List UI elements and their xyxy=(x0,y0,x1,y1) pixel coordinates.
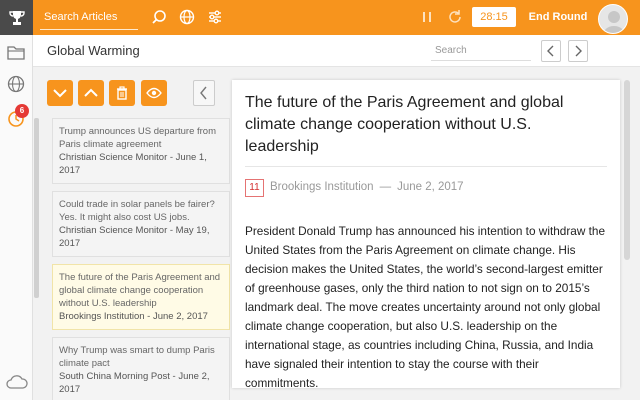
view-button[interactable] xyxy=(141,80,167,106)
list-item-source: Brookings Institution - June 2, 2017 xyxy=(59,311,208,322)
top-bar: Search Articles 28:15 End Round xyxy=(0,0,640,35)
trash-icon xyxy=(117,86,127,100)
article-body: President Donald Trump has announced his… xyxy=(245,224,606,388)
header-search-input[interactable]: Search xyxy=(431,41,531,61)
meta-separator: — xyxy=(379,181,392,193)
list-item-title: Trump announces US departure from Paris … xyxy=(59,126,217,150)
end-round-button[interactable]: End Round xyxy=(528,0,588,35)
article-title: The future of the Paris Agreement and gl… xyxy=(245,94,564,155)
cloud-icon[interactable] xyxy=(6,374,28,390)
list-item[interactable]: Could trade in solar panels be fairer? Y… xyxy=(52,191,230,257)
chevron-up-icon xyxy=(84,88,98,97)
filter-sliders-icon[interactable] xyxy=(206,8,224,26)
chevron-down-icon xyxy=(53,89,67,98)
list-item[interactable]: Why Trump was smart to dump Paris climat… xyxy=(52,337,230,400)
page-header: Global Warming Search xyxy=(33,35,640,67)
globe-nav-icon[interactable] xyxy=(5,73,27,95)
collapse-list-button[interactable] xyxy=(193,80,215,106)
delete-button[interactable] xyxy=(109,80,135,106)
list-item-title: Could trade in solar panels be fairer? Y… xyxy=(59,199,215,223)
trophy-icon xyxy=(8,10,25,25)
pause-icon[interactable] xyxy=(418,8,436,26)
round-timer: 28:15 xyxy=(472,7,516,27)
user-avatar[interactable] xyxy=(598,4,628,34)
list-item-source: Christian Science Monitor - May 19, 2017 xyxy=(59,225,210,249)
app: Search Articles 28:15 End Round 6 Global… xyxy=(0,0,640,400)
article-source: Brookings Institution xyxy=(270,181,374,193)
search-articles-input[interactable]: Search Articles xyxy=(40,6,138,30)
trophy-button[interactable] xyxy=(0,0,33,35)
article-date: June 2, 2017 xyxy=(397,181,464,193)
eye-icon xyxy=(146,87,162,99)
list-scrollbar[interactable] xyxy=(34,118,39,298)
search-icon[interactable] xyxy=(150,8,168,26)
list-item-source: Christian Science Monitor - June 1, 2017 xyxy=(59,152,207,176)
list-item[interactable]: Trump announces US departure from Paris … xyxy=(52,118,230,184)
article-meta: Brookings Institution — June 2, 2017 xyxy=(270,181,464,193)
previous-button[interactable] xyxy=(541,40,561,62)
move-down-button[interactable] xyxy=(47,80,73,106)
list-item-source: South China Morning Post - June 2, 2017 xyxy=(59,371,210,395)
globe-icon[interactable] xyxy=(178,8,196,26)
notification-badge: 6 xyxy=(15,104,29,118)
divider xyxy=(245,166,607,167)
chevron-left-icon xyxy=(200,86,207,100)
list-item-title: The future of the Paris Agreement and gl… xyxy=(59,272,221,309)
refresh-icon[interactable] xyxy=(446,8,464,26)
list-item-title: Why Trump was smart to dump Paris climat… xyxy=(59,345,215,369)
folder-icon[interactable] xyxy=(5,41,27,63)
chevron-right-icon xyxy=(575,45,582,57)
article-list: Trump announces US departure from Paris … xyxy=(52,118,230,400)
left-rail: 6 xyxy=(0,35,33,400)
next-button[interactable] xyxy=(568,40,588,62)
article-scrollbar[interactable] xyxy=(624,80,630,260)
page-title: Global Warming xyxy=(47,43,140,58)
score-badge: 11 xyxy=(245,179,264,197)
list-item-selected[interactable]: The future of the Paris Agreement and gl… xyxy=(52,264,230,330)
article-card: The future of the Paris Agreement and gl… xyxy=(232,80,620,388)
move-up-button[interactable] xyxy=(78,80,104,106)
chevron-left-icon xyxy=(547,45,554,57)
